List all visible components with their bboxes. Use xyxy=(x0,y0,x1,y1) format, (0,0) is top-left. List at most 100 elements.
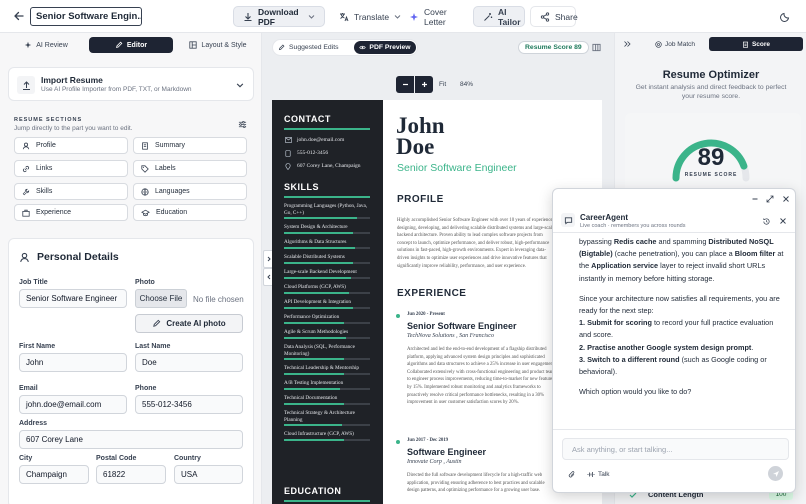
editor-panel: AI Review Editor Layout & Style Import R… xyxy=(0,33,262,504)
job-2-title: Software Engineer xyxy=(407,447,487,457)
columns-icon[interactable] xyxy=(592,43,601,52)
download-pdf-button[interactable]: Download PDF xyxy=(233,6,325,27)
job-1-bullets: Architected and led the end-to-end devel… xyxy=(407,347,557,406)
skill-level-bar xyxy=(284,217,370,219)
skill-name: Technical Strategy & Architecture Planni… xyxy=(284,410,355,423)
layout-icon xyxy=(189,41,198,49)
pencil-icon xyxy=(152,319,161,328)
zoom-in-button[interactable] xyxy=(415,76,433,93)
city-input[interactable]: Champaign xyxy=(19,465,89,484)
history-icon[interactable] xyxy=(762,217,771,226)
email-input[interactable]: john.doe@email.com xyxy=(19,395,127,414)
resume-address: 607 Corey Lane, Champaign xyxy=(297,163,361,169)
skill-level-bar xyxy=(284,262,370,264)
eye-icon xyxy=(359,44,367,51)
city-label: City xyxy=(19,455,33,462)
location-pin-icon xyxy=(285,163,291,170)
pencil-icon xyxy=(278,44,285,51)
experience-heading: EXPERIENCE xyxy=(397,288,467,299)
back-arrow-icon[interactable] xyxy=(13,10,25,22)
first-name-input[interactable]: John xyxy=(19,353,127,372)
skill-name: Data Analysis (SQL, Performance Monitori… xyxy=(284,344,355,357)
section-experience-button[interactable]: Experience xyxy=(14,204,128,221)
resume-name-input[interactable]: Senior Software Engin... xyxy=(30,7,142,26)
tab-ai-review[interactable]: AI Review xyxy=(8,37,84,53)
send-icon[interactable] xyxy=(768,466,783,481)
attach-icon[interactable] xyxy=(568,470,576,479)
section-links-button[interactable]: Links xyxy=(14,160,128,177)
contact-underline xyxy=(284,128,370,130)
first-name-label: First Name xyxy=(19,343,56,350)
skill-name: Technical Leadership & Mentorship xyxy=(284,365,359,371)
skills-underline xyxy=(284,196,370,198)
country-input[interactable]: USA xyxy=(174,465,243,484)
tab-editor[interactable]: Editor xyxy=(89,37,173,53)
tab-pdf-preview[interactable]: PDF Preview xyxy=(354,41,416,54)
target-icon xyxy=(655,40,662,48)
skill-name: Performance Optimization xyxy=(284,314,340,320)
photo-label: Photo xyxy=(135,279,155,286)
waveform-icon xyxy=(587,471,595,478)
tab-score[interactable]: Score xyxy=(709,37,803,51)
talk-button[interactable]: Talk xyxy=(587,468,610,480)
section-languages-button[interactable]: Languages xyxy=(133,183,247,200)
cover-letter-button[interactable]: Cover Letter xyxy=(400,6,467,27)
expand-icon[interactable] xyxy=(766,195,774,203)
zoom-out-button[interactable] xyxy=(396,76,414,93)
ai-tailor-button[interactable]: AI Tailor xyxy=(473,6,525,27)
phone-input[interactable]: 555-012-3456 xyxy=(135,395,243,414)
chat-divider xyxy=(553,429,795,430)
section-education-button[interactable]: Education xyxy=(133,204,247,221)
section-labels-button[interactable]: Labels xyxy=(133,160,247,177)
postal-code-input[interactable]: 61822 xyxy=(96,465,166,484)
skills-heading: SKILLS xyxy=(284,182,320,192)
graduation-cap-icon xyxy=(141,209,150,217)
section-profile-button[interactable]: Profile xyxy=(14,137,128,154)
close-session-icon[interactable] xyxy=(779,217,787,225)
chevron-down-icon[interactable] xyxy=(236,81,244,89)
tab-suggested-edits[interactable]: Suggested Edits xyxy=(278,41,339,54)
theme-moon-icon[interactable] xyxy=(780,11,791,22)
chevron-down-icon xyxy=(308,13,315,20)
close-icon[interactable] xyxy=(782,195,790,203)
address-label: Address xyxy=(19,420,48,427)
phone-icon xyxy=(285,150,291,157)
address-input[interactable]: 607 Corey Lane xyxy=(19,430,243,449)
contact-heading: CONTACT xyxy=(284,114,331,124)
skill-level-bar xyxy=(284,307,370,309)
plus-icon xyxy=(421,81,428,88)
profile-text: Highly accomplished Senior Software Engi… xyxy=(397,218,555,269)
resume-score-badge[interactable]: Resume Score 89 xyxy=(518,41,589,54)
job-2-dates: Jun 2017 - Dec 2019 xyxy=(407,438,449,443)
create-ai-photo-button[interactable]: Create AI photo xyxy=(135,314,243,333)
section-summary-button[interactable]: Summary xyxy=(133,137,247,154)
tab-layout-style[interactable]: Layout & Style xyxy=(178,37,258,53)
choose-file-button[interactable]: Choose File xyxy=(135,289,187,308)
download-icon xyxy=(243,12,253,22)
job-1-title: Senior Software Engineer xyxy=(407,321,517,331)
resume-last-name: Doe xyxy=(396,134,435,159)
resume-email: john.doe@email.com xyxy=(297,137,345,143)
import-resume-card[interactable]: Import Resume Use AI Profile Importer fr… xyxy=(8,67,254,101)
tab-job-match[interactable]: Job Match xyxy=(645,37,705,51)
user-icon xyxy=(19,252,30,263)
personal-details-heading: Personal Details xyxy=(37,251,119,263)
sparkle-icon xyxy=(409,12,419,22)
chat-input[interactable]: Ask anything, or start talking... xyxy=(562,438,789,460)
translate-icon xyxy=(339,12,349,22)
zoom-fit-button[interactable]: Fit xyxy=(439,81,446,88)
translate-button[interactable]: Translate xyxy=(330,6,401,27)
skill-name: Agile & Scrum Methodologies xyxy=(284,329,349,335)
share-button[interactable]: Share xyxy=(530,6,578,27)
chat-title: CareerAgent xyxy=(580,213,629,222)
minimize-icon[interactable] xyxy=(751,195,759,203)
last-name-input[interactable]: Doe xyxy=(135,353,243,372)
job-title-input[interactable]: Senior Software Engineer xyxy=(19,289,127,308)
tag-icon xyxy=(141,164,149,173)
sliders-icon[interactable] xyxy=(238,120,247,129)
skill-level-bar xyxy=(284,337,370,339)
score-label: RESUME SCORE xyxy=(684,172,738,178)
collapse-icon[interactable] xyxy=(623,40,631,48)
skill-level-bar xyxy=(284,322,370,324)
section-skills-button[interactable]: Skills xyxy=(14,183,128,200)
